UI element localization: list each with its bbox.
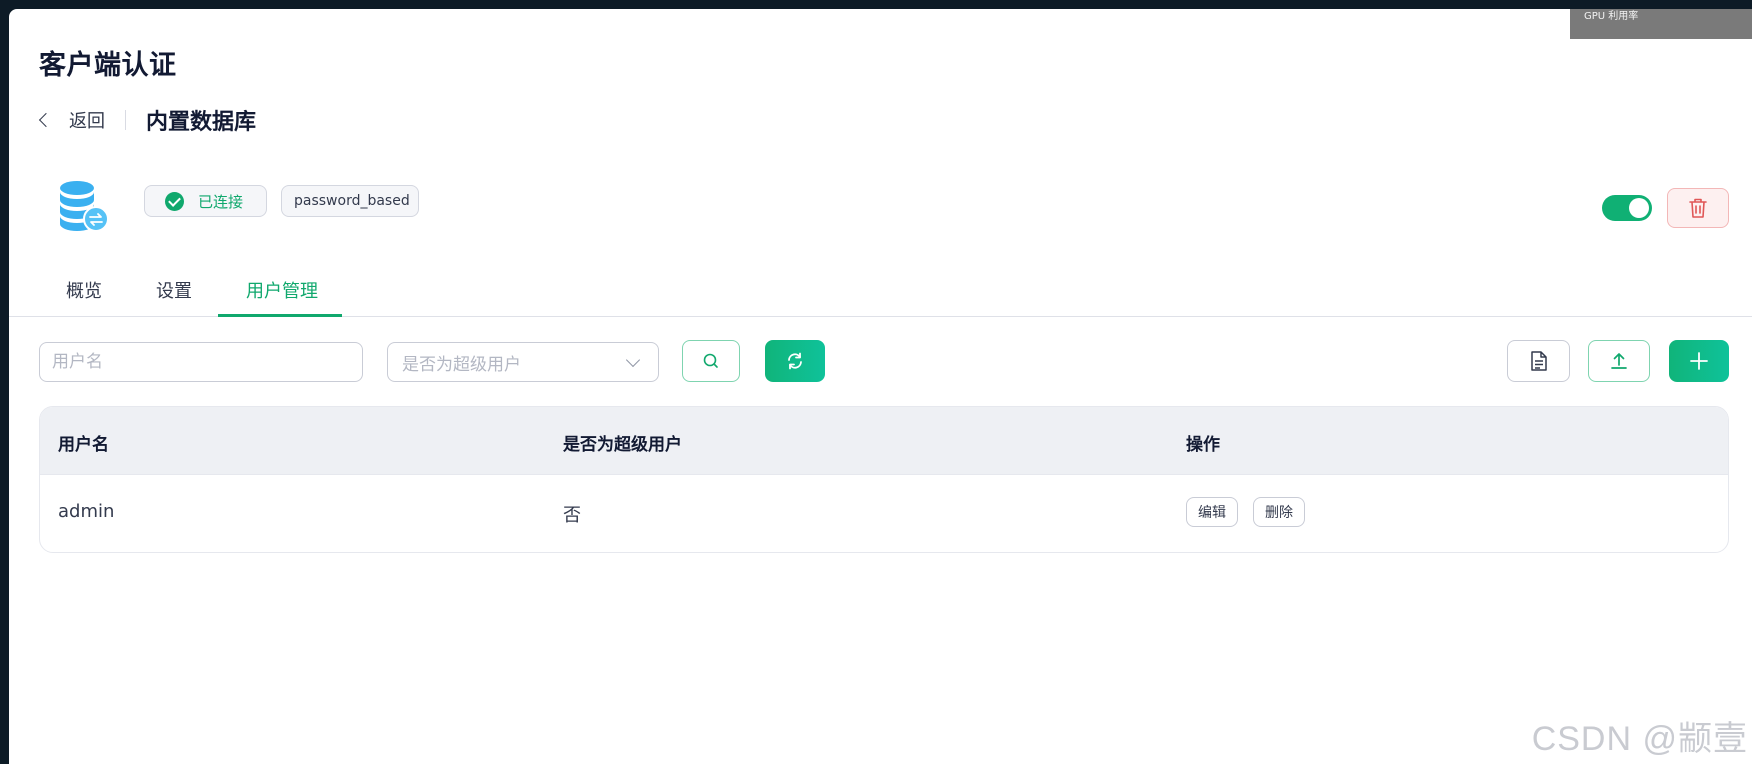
back-label: 返回	[69, 111, 105, 132]
connection-status-tag: 已连接	[144, 185, 267, 217]
back-button[interactable]: 返回	[38, 107, 105, 133]
username-search-input[interactable]	[39, 342, 363, 382]
upload-icon	[1611, 353, 1627, 369]
status-text: 已连接	[198, 192, 244, 211]
chevron-left-icon	[38, 112, 54, 128]
auth-type-text: password_based	[294, 193, 410, 209]
sub-title: 内置数据库	[146, 110, 257, 135]
superuser-filter-select[interactable]: 是否为超级用户	[387, 342, 659, 382]
check-circle-icon	[165, 191, 184, 211]
refresh-button[interactable]	[765, 340, 825, 382]
user-table: 用户名 是否为超级用户 操作 admin 否 编辑 删除	[39, 406, 1729, 553]
table-header: 用户名 是否为超级用户 操作	[40, 407, 1728, 475]
breadcrumb-divider	[125, 110, 126, 130]
breadcrumb: 返回 内置数据库	[38, 102, 257, 138]
plus-icon	[1690, 352, 1708, 370]
edit-button[interactable]: 编辑	[1186, 497, 1238, 527]
delete-resource-button[interactable]	[1667, 188, 1729, 228]
add-user-button[interactable]	[1669, 340, 1729, 382]
auth-type-tag: password_based	[281, 185, 419, 217]
tab-bar: 概览 设置 用户管理	[9, 267, 1752, 317]
column-header-superuser: 是否为超级用户	[563, 435, 682, 455]
tab-settings[interactable]: 设置	[156, 277, 192, 317]
cell-superuser: 否	[563, 505, 581, 526]
upload-button[interactable]	[1588, 340, 1650, 382]
page-container: GPU 利用率 客户端认证 返回 内置数据库 已连接 password_base…	[9, 9, 1752, 764]
search-icon	[703, 353, 718, 368]
table-row: admin 否 编辑 删除	[40, 475, 1728, 552]
gpu-usage-overlay: GPU 利用率	[1570, 9, 1752, 39]
watermark: CSDN @颛壹	[1531, 720, 1748, 758]
document-button[interactable]	[1507, 340, 1570, 382]
gpu-usage-label: GPU 利用率	[1584, 11, 1639, 22]
page-title: 客户端认证	[39, 50, 177, 81]
trash-icon	[1689, 198, 1707, 218]
database-icon	[60, 181, 109, 232]
active-tab-indicator	[218, 314, 342, 317]
row-actions: 编辑 删除	[1186, 497, 1305, 527]
refresh-icon	[788, 352, 802, 370]
toggle-knob	[1629, 198, 1649, 218]
search-button[interactable]	[682, 340, 740, 382]
column-header-username: 用户名	[58, 435, 109, 455]
tab-overview[interactable]: 概览	[66, 277, 102, 317]
superuser-select-placeholder: 是否为超级用户	[402, 354, 521, 375]
delete-button[interactable]: 删除	[1253, 497, 1305, 527]
column-header-actions: 操作	[1186, 435, 1220, 455]
chevron-down-icon	[625, 352, 641, 367]
tab-user-management[interactable]: 用户管理	[246, 277, 318, 317]
enable-toggle[interactable]	[1602, 195, 1652, 221]
cell-username: admin	[58, 501, 115, 522]
document-icon	[1530, 351, 1547, 371]
